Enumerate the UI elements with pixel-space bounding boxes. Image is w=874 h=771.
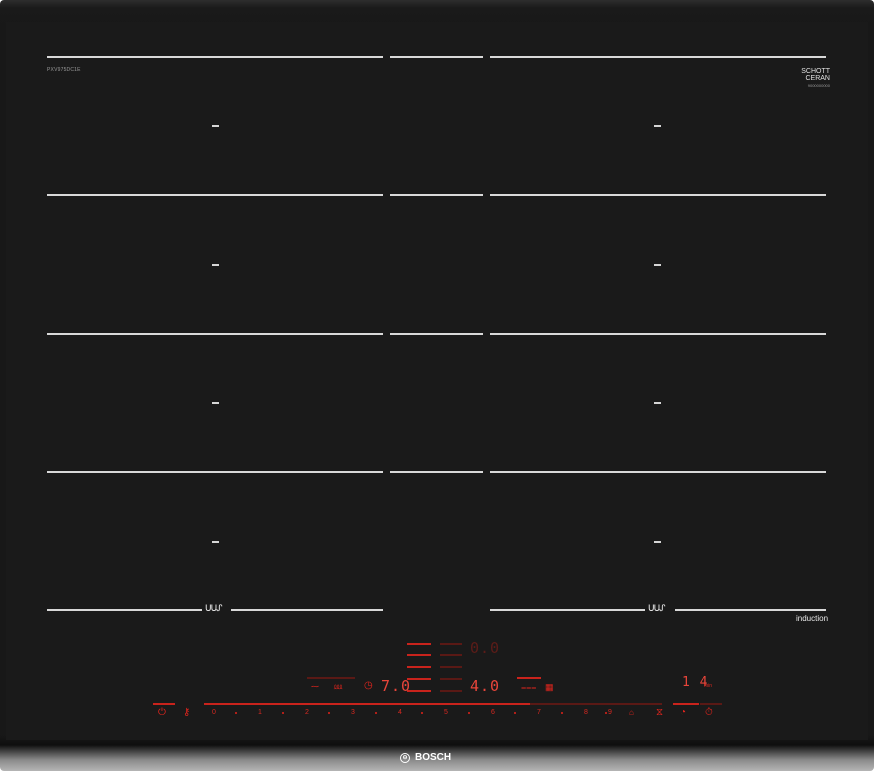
slider-label-0[interactable]: 0 xyxy=(212,709,216,716)
induction-hob: ᑌᑌᔑ ᑌᑌᔑ PXV975DC1E SCHOTT CERAN 90000000… xyxy=(0,0,874,771)
cooking-zone-right-1-mark[interactable] xyxy=(654,125,661,127)
center-zone-power-display: 4.0 xyxy=(470,677,501,695)
slider-label-2[interactable]: 2 xyxy=(305,709,309,716)
timer-indicator-bar xyxy=(673,703,699,705)
slider-dot xyxy=(328,712,330,714)
cooking-zone-left-4-mark[interactable] xyxy=(212,541,219,543)
frying-sensor-icon[interactable]: ⩶ xyxy=(521,682,536,692)
level-bar-right-2 xyxy=(440,654,462,656)
slider-label-9[interactable]: 9 xyxy=(608,709,612,716)
level-bar-3 xyxy=(407,666,431,668)
power-icon[interactable]: ⏻ xyxy=(158,708,166,718)
zone-line-left-bottom-b xyxy=(231,609,383,611)
power-boost-icon[interactable]: ▦ xyxy=(545,682,554,692)
stopwatch-indicator-bar xyxy=(700,703,722,705)
zone-line-mid-1 xyxy=(390,56,483,58)
model-number-left: PXV975DC1E xyxy=(47,67,81,73)
heat-slider-track[interactable] xyxy=(204,703,530,705)
flex-bridge-left-icon: ᑌᑌᔑ xyxy=(205,603,223,613)
slider-label-1[interactable]: 1 xyxy=(258,709,262,716)
slider-dot xyxy=(375,712,377,714)
cooking-zone-left-2-mark[interactable] xyxy=(212,264,219,266)
stopwatch-icon[interactable]: ⏱ xyxy=(705,708,713,718)
slider-dot xyxy=(468,712,470,714)
child-lock-icon[interactable]: ⚷ xyxy=(183,708,190,718)
level-bar-2 xyxy=(407,654,431,656)
zone-line-mid-3 xyxy=(390,333,483,335)
slider-label-4[interactable]: 4 xyxy=(398,709,402,716)
level-bar-right-1 xyxy=(440,643,462,645)
zone-line-right-bottom-a xyxy=(490,609,645,611)
level-bar-right-5 xyxy=(440,690,462,692)
zone-line-left-1 xyxy=(47,56,383,58)
top-right-display: 0.0 xyxy=(470,639,501,657)
cooking-zone-left-3-mark[interactable] xyxy=(212,402,219,404)
zone-line-left-2 xyxy=(47,194,383,196)
level-bar-right-3 xyxy=(440,666,462,668)
slider-label-5[interactable]: 5 xyxy=(444,709,448,716)
zone-line-right-bottom-b xyxy=(675,609,826,611)
bosch-logo: ⊖ BOSCH xyxy=(400,752,451,763)
slider-dot xyxy=(282,712,284,714)
level-bar-1 xyxy=(407,643,431,645)
timer-select-icon[interactable]: ⧖ xyxy=(656,708,663,718)
slider-dot xyxy=(421,712,423,714)
cooking-zone-right-3-mark[interactable] xyxy=(654,402,661,404)
mode-bar-center xyxy=(517,677,541,679)
zone-line-left-3 xyxy=(47,333,383,335)
ceramic-glass-surface xyxy=(6,22,868,740)
schott-line2: CERAN xyxy=(805,75,830,82)
zone-line-left-4 xyxy=(47,471,383,473)
slider-dot xyxy=(605,712,607,714)
bosch-wordmark: BOSCH xyxy=(415,752,452,763)
zone-line-right-1 xyxy=(490,56,826,58)
level-bar-right-4 xyxy=(440,678,462,680)
cooking-sensor-icon[interactable]: ◷ xyxy=(364,681,373,691)
zone-line-right-4 xyxy=(490,471,826,473)
zone-line-mid-4 xyxy=(390,471,483,473)
flex-bridge-right-icon: ᑌᑌᔑ xyxy=(648,603,666,613)
bosch-armature-icon: ⊖ xyxy=(400,752,410,763)
zone-line-right-2 xyxy=(490,194,826,196)
schott-sub: 9000000000 xyxy=(807,83,830,88)
zone-line-mid-2 xyxy=(390,194,483,196)
slider-dot xyxy=(561,712,563,714)
cooking-zone-right-2-mark[interactable] xyxy=(654,264,661,266)
timer-clock-icon[interactable]: ◔ xyxy=(680,708,686,718)
flex-zone-icon[interactable]: ⅏ xyxy=(334,682,342,692)
cooking-zone-left-1-mark[interactable] xyxy=(212,125,219,127)
zone-line-left-bottom-a xyxy=(47,609,202,611)
wipe-protect-icon[interactable]: ⌂ xyxy=(629,708,634,718)
flex-mode-icon[interactable]: ⁓ xyxy=(311,682,319,692)
schott-line1: SCHOTT xyxy=(801,68,830,75)
schott-ceran-logo: SCHOTT CERAN 9000000000 xyxy=(790,68,830,89)
cooking-zone-right-4-mark[interactable] xyxy=(654,541,661,543)
left-zone-power-display: 7.0 xyxy=(381,677,412,695)
slider-label-3[interactable]: 3 xyxy=(351,709,355,716)
timer-unit-label: min xyxy=(704,683,713,689)
slider-label-8[interactable]: 8 xyxy=(584,709,588,716)
slider-dot xyxy=(235,712,237,714)
induction-label: induction xyxy=(796,614,829,623)
power-indicator-bar xyxy=(153,703,175,705)
slider-label-7[interactable]: 7 xyxy=(537,709,541,716)
zone-line-right-3 xyxy=(490,333,826,335)
slider-dot xyxy=(514,712,516,714)
mode-bar-left xyxy=(307,677,355,679)
heat-slider-track-rest[interactable] xyxy=(530,703,662,705)
slider-label-6[interactable]: 6 xyxy=(491,709,495,716)
